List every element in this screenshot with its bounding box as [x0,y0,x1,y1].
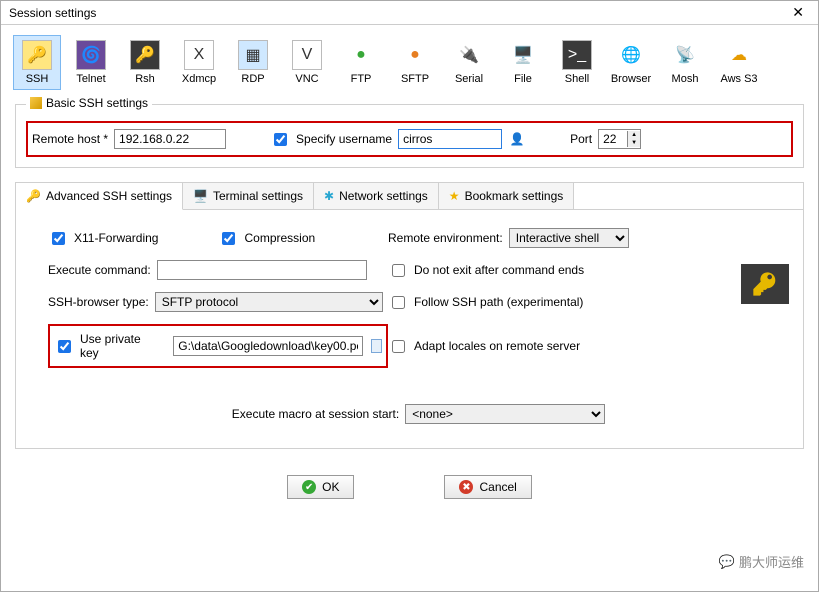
window-title: Session settings [9,6,96,20]
session-type-rdp[interactable]: ▦RDP [229,35,277,90]
session-type-mosh[interactable]: 📡Mosh [661,35,709,90]
session-type-toolbar: 🔑SSH🌀Telnet🔑RshXXdmcp▦RDPVVNC●FTP●SFTP🔌S… [1,25,818,96]
sftp-icon: ● [400,40,430,70]
network-icon: ✱ [324,189,334,203]
compression-checkbox[interactable] [222,232,235,245]
session-type-vnc[interactable]: VVNC [283,35,331,90]
basic-settings-row: Remote host * Specify username 👤 Port ▲▼ [26,121,793,157]
noexit-checkbox[interactable] [392,264,405,277]
remote-host-label: Remote host * [32,132,108,146]
specify-username-checkbox[interactable] [274,133,287,146]
private-key-row: Use private key [48,324,388,368]
browse-file-icon[interactable] [371,339,382,353]
file-icon: 🖥️ [508,40,538,70]
remote-env-label: Remote environment: [388,231,503,245]
port-up[interactable]: ▲ [628,131,640,139]
wechat-icon: 💬 [719,554,735,570]
remote-env-select[interactable]: Interactive shell [509,228,629,248]
mosh-icon: 📡 [670,40,700,70]
compression-label: Compression [244,231,315,245]
watermark: 💬 鹏大师运维 [719,552,804,571]
adapt-locales-checkbox[interactable] [392,340,405,353]
username-input[interactable] [398,129,502,149]
ok-icon: ✔ [302,480,316,494]
session-type-aws-s3[interactable]: ☁Aws S3 [715,35,763,90]
rdp-icon: ▦ [238,40,268,70]
x11-label: X11-Forwarding [74,231,158,245]
close-icon[interactable]: ✕ [786,4,810,21]
ftp-icon: ● [346,40,376,70]
terminal-icon: 🖥️ [193,189,208,203]
settings-tabs: 🔑Advanced SSH settings🖥️Terminal setting… [16,183,803,210]
follow-ssh-checkbox[interactable] [392,296,405,309]
port-down[interactable]: ▼ [628,139,640,147]
tab-bookmark-settings[interactable]: ★Bookmark settings [439,183,574,209]
session-type-telnet[interactable]: 🌀Telnet [67,35,115,90]
browser-icon: 🌐 [616,40,646,70]
ok-button[interactable]: ✔ OK [287,475,354,499]
session-type-serial[interactable]: 🔌Serial [445,35,493,90]
basic-section-title: Basic SSH settings [46,96,148,110]
exec-cmd-label: Execute command: [48,263,151,277]
cancel-button[interactable]: ✖ Cancel [444,475,531,499]
browser-type-label: SSH-browser type: [48,295,149,309]
ssh-icon: 🔑 [22,40,52,70]
port-label: Port [570,132,592,146]
macro-select[interactable]: <none> [405,404,605,424]
session-type-ssh[interactable]: 🔑SSH [13,35,61,90]
macro-label: Execute macro at session start: [232,407,399,421]
use-private-key-checkbox[interactable] [58,340,71,353]
x11-checkbox[interactable] [52,232,65,245]
follow-ssh-label: Follow SSH path (experimental) [414,295,583,309]
private-key-path-input[interactable] [173,336,363,356]
session-type-rsh[interactable]: 🔑Rsh [121,35,169,90]
cancel-icon: ✖ [459,480,473,494]
session-type-xdmcp[interactable]: XXdmcp [175,35,223,90]
session-type-browser[interactable]: 🌐Browser [607,35,655,90]
browser-type-select[interactable]: SFTP protocol [155,292,383,312]
session-type-shell[interactable]: >_Shell [553,35,601,90]
shell-icon: >_ [562,40,592,70]
session-type-ftp[interactable]: ●FTP [337,35,385,90]
user-picker-icon[interactable]: 👤 [508,130,526,148]
tab-network-settings[interactable]: ✱Network settings [314,183,439,209]
xdmcp-icon: X [184,40,214,70]
telnet-icon: 🌀 [76,40,106,70]
serial-icon: 🔌 [454,40,484,70]
session-type-sftp[interactable]: ●SFTP [391,35,439,90]
vnc-icon: V [292,40,322,70]
port-spinner[interactable]: ▲▼ [598,129,641,149]
specify-username-label: Specify username [296,132,392,146]
session-type-file[interactable]: 🖥️File [499,35,547,90]
rsh-icon: 🔑 [130,40,160,70]
noexit-label: Do not exit after command ends [414,263,584,277]
private-key-button[interactable] [741,264,789,304]
use-private-key-label: Use private key [80,332,156,360]
port-input[interactable] [599,130,627,148]
tab-terminal-settings[interactable]: 🖥️Terminal settings [183,183,314,209]
tab-advanced-ssh-settings[interactable]: 🔑Advanced SSH settings [16,183,183,210]
key-icon: 🔑 [26,189,41,203]
star-icon: ★ [449,189,460,203]
adapt-locales-label: Adapt locales on remote server [414,339,580,353]
aws s3-icon: ☁ [724,40,754,70]
remote-host-input[interactable] [114,129,226,149]
exec-cmd-input[interactable] [157,260,367,280]
key-icon [30,97,42,109]
